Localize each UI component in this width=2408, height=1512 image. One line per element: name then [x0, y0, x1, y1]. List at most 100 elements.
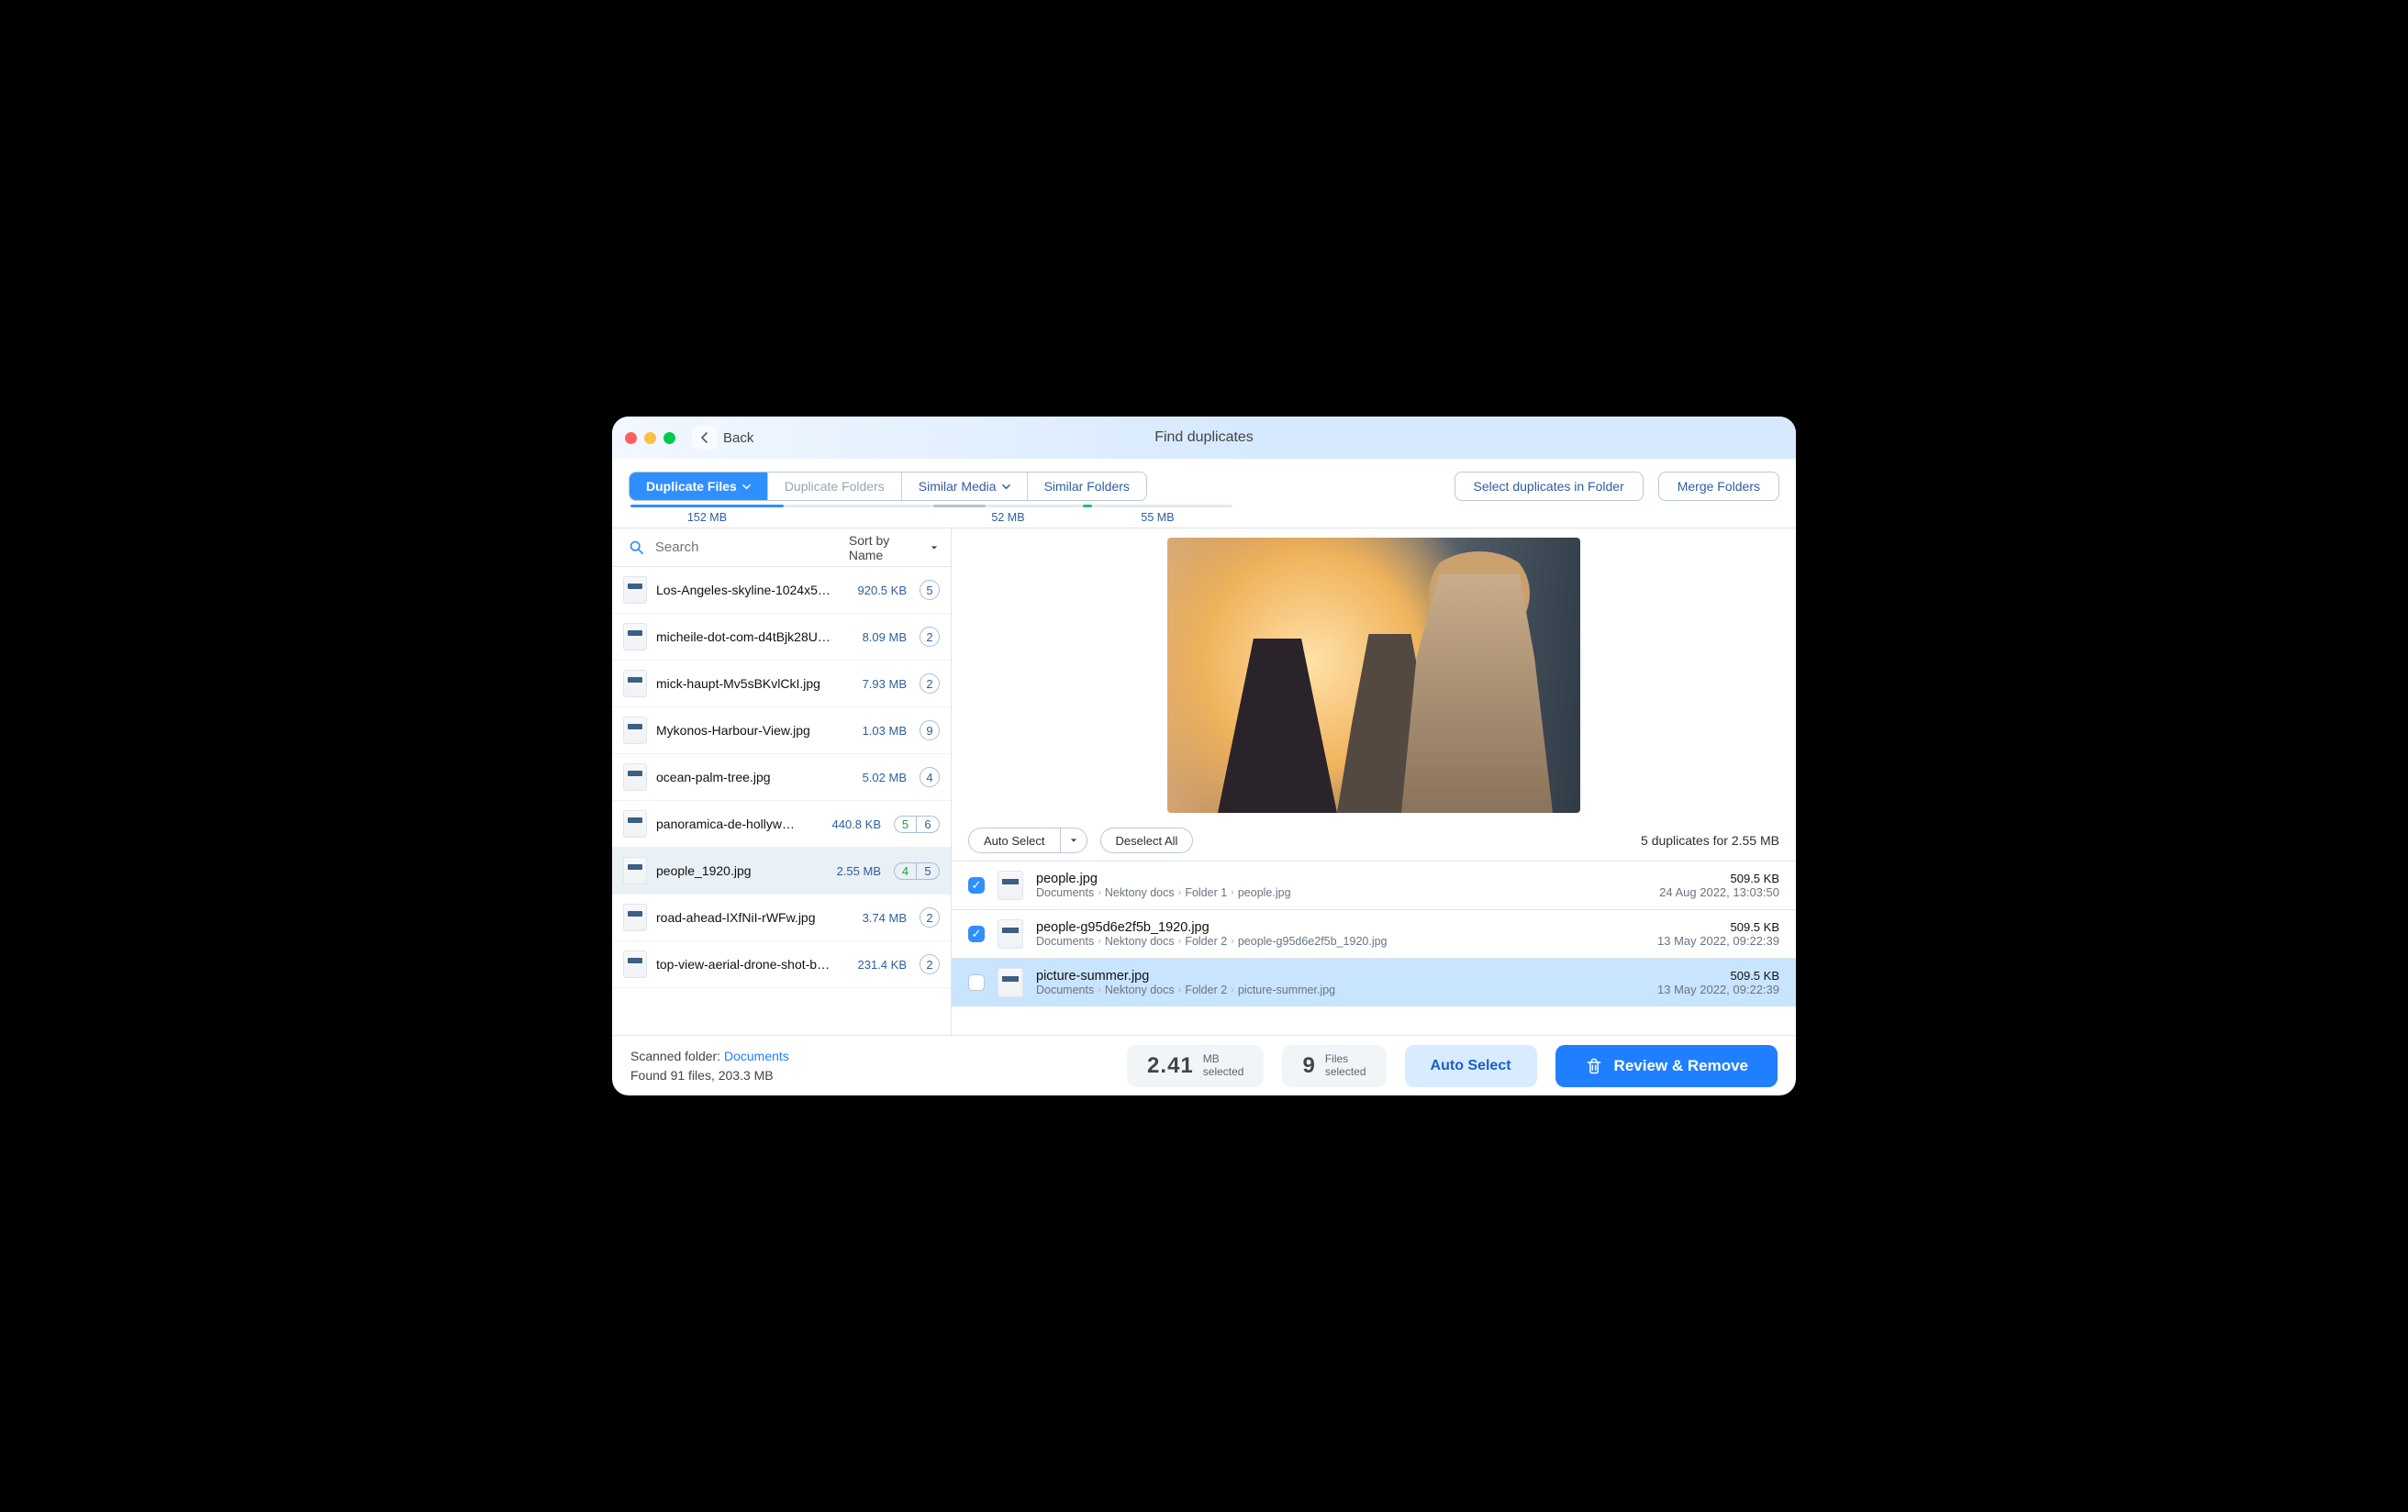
duplicate-size: 509.5 KB — [1659, 872, 1779, 885]
auto-select-menu-button[interactable] — [1060, 828, 1087, 853]
file-thumb-icon — [623, 951, 647, 978]
chevron-left-icon — [699, 432, 710, 443]
footer-auto-select-button[interactable]: Auto Select — [1405, 1045, 1537, 1087]
button-label: Auto Select — [1431, 1058, 1511, 1074]
file-size: 1.03 MB — [863, 724, 907, 738]
duplicate-size: 509.5 KB — [1657, 920, 1779, 934]
file-row[interactable]: panoramica-de-hollyw… 440.8 KB 5 6 — [612, 801, 951, 848]
duplicate-row[interactable]: ✓ people.jpg Documents›Nektony docs›Fold… — [952, 861, 1796, 909]
auto-select-button[interactable]: Auto Select — [968, 828, 1060, 853]
size-label: 52 MB — [991, 511, 1024, 524]
file-row[interactable]: top-view-aerial-drone-shot-b… 231.4 KB 2 — [612, 941, 951, 988]
duplicate-date: 13 May 2022, 09:22:39 — [1657, 983, 1779, 996]
scanned-label: Scanned folder: — [630, 1049, 724, 1063]
duplicate-row[interactable]: ✓ people-g95d6e2f5b_1920.jpg Documents›N… — [952, 909, 1796, 958]
file-row[interactable]: Los-Angeles-skyline-1024x5… 920.5 KB 5 — [612, 567, 951, 614]
file-thumb-icon — [623, 904, 647, 931]
back-button[interactable] — [692, 426, 718, 450]
trash-icon — [1585, 1057, 1603, 1075]
tab-similar-media[interactable]: Similar Media — [902, 472, 1028, 500]
tab-size-similar-folders: 55 MB — [1083, 505, 1232, 524]
scanned-folder-link[interactable]: Documents — [724, 1049, 789, 1063]
search-input[interactable] — [653, 539, 840, 556]
count-badge: 2 — [920, 907, 940, 928]
tab-label: Similar Media — [919, 479, 997, 494]
duplicate-list[interactable]: ✓ people.jpg Documents›Nektony docs›Fold… — [952, 861, 1796, 1035]
duplicate-size: 509.5 KB — [1657, 969, 1779, 983]
file-list[interactable]: Los-Angeles-skyline-1024x5… 920.5 KB 5 m… — [612, 567, 951, 1035]
close-icon[interactable] — [625, 432, 637, 444]
file-size: 231.4 KB — [858, 958, 908, 972]
file-thumb-icon — [623, 623, 647, 650]
file-name: top-view-aerial-drone-shot-b… — [656, 957, 849, 972]
file-thumb-icon — [998, 871, 1023, 900]
button-label: Select duplicates in Folder — [1474, 479, 1624, 494]
checkbox[interactable]: ✓ — [968, 926, 985, 942]
file-row[interactable]: people_1920.jpg 2.55 MB 4 5 — [612, 848, 951, 895]
back-nav[interactable]: Back — [692, 426, 753, 450]
file-name: Mykonos-Harbour-View.jpg — [656, 723, 853, 738]
file-size: 7.93 MB — [863, 677, 907, 691]
tab-similar-folders[interactable]: Similar Folders — [1028, 472, 1146, 500]
count-badge: 2 — [920, 627, 940, 647]
file-thumb-icon — [623, 576, 647, 604]
selected-count-value: 9 — [1302, 1053, 1315, 1079]
size-label: 55 MB — [1141, 511, 1174, 524]
count-badge: 5 — [920, 580, 940, 600]
checkbox[interactable] — [968, 974, 985, 991]
minimize-icon[interactable] — [644, 432, 656, 444]
selected-size-value: 2.41 — [1147, 1053, 1194, 1079]
selected-count-sub: selected — [1325, 1066, 1366, 1079]
file-name: people_1920.jpg — [656, 863, 828, 878]
caret-down-icon — [931, 544, 938, 551]
file-list-pane: Sort by Name Los-Angeles-skyline-1024x5…… — [612, 528, 952, 1035]
count-badge: 9 — [920, 720, 940, 740]
preview-image — [1167, 538, 1580, 813]
tab-size-duplicate-folders — [784, 505, 933, 524]
file-row[interactable]: road-ahead-IXfNiI-rWFw.jpg 3.74 MB 2 — [612, 895, 951, 941]
size-label: 152 MB — [687, 511, 727, 524]
footer: Scanned folder: Documents Found 91 files… — [612, 1035, 1796, 1095]
auto-select-split-button: Auto Select — [968, 828, 1087, 853]
tab-duplicate-files[interactable]: Duplicate Files — [630, 472, 768, 500]
file-row[interactable]: micheile-dot-com-d4tBjk28U… 8.09 MB 2 — [612, 614, 951, 661]
file-row[interactable]: Mykonos-Harbour-View.jpg 1.03 MB 9 — [612, 707, 951, 754]
file-row[interactable]: mick-haupt-Mv5sBKvlCkI.jpg 7.93 MB 2 — [612, 661, 951, 707]
duplicate-date: 24 Aug 2022, 13:03:50 — [1659, 885, 1779, 899]
selected-count-label: Files — [1325, 1053, 1366, 1066]
checkbox[interactable]: ✓ — [968, 877, 985, 894]
file-size: 8.09 MB — [863, 630, 907, 644]
duplicate-summary: 5 duplicates for 2.55 MB — [1641, 833, 1779, 848]
sort-label: Sort by Name — [849, 533, 927, 562]
zoom-icon[interactable] — [663, 432, 675, 444]
duplicate-path: Documents›Nektony docs›Folder 2›people-g… — [1036, 935, 1644, 948]
file-row[interactable]: ocean-palm-tree.jpg 5.02 MB 4 — [612, 754, 951, 801]
file-thumb-icon — [623, 857, 647, 884]
file-size: 440.8 KB — [832, 817, 882, 831]
sort-dropdown[interactable]: Sort by Name — [849, 533, 938, 562]
preview-area — [952, 528, 1796, 820]
selected-size-unit: MB — [1203, 1053, 1244, 1066]
tab-size-duplicate-files: 152 MB — [630, 505, 784, 524]
select-duplicates-in-folder-button[interactable]: Select duplicates in Folder — [1455, 472, 1644, 501]
file-size: 920.5 KB — [858, 584, 908, 597]
file-thumb-icon — [623, 810, 647, 838]
file-thumb-icon — [623, 763, 647, 791]
deselect-all-button[interactable]: Deselect All — [1100, 828, 1194, 853]
button-label: Review & Remove — [1614, 1057, 1748, 1075]
chevron-down-icon — [1002, 483, 1010, 491]
search-icon — [629, 539, 644, 555]
body: Sort by Name Los-Angeles-skyline-1024x5…… — [612, 528, 1796, 1035]
count-badge-split: 4 5 — [894, 862, 940, 880]
window-title: Find duplicates — [1154, 429, 1254, 446]
duplicate-path: Documents›Nektony docs›Folder 1›people.j… — [1036, 886, 1646, 899]
merge-folders-button[interactable]: Merge Folders — [1658, 472, 1779, 501]
duplicate-row[interactable]: picture-summer.jpg Documents›Nektony doc… — [952, 958, 1796, 1006]
tab-label: Similar Folders — [1044, 479, 1130, 494]
selected-size-sub: selected — [1203, 1066, 1244, 1079]
file-thumb-icon — [623, 670, 647, 697]
toolbar: Duplicate Files Duplicate Folders Simila… — [612, 459, 1796, 528]
duplicate-path: Documents›Nektony docs›Folder 2›picture-… — [1036, 984, 1644, 996]
review-and-remove-button[interactable]: Review & Remove — [1555, 1045, 1778, 1087]
tab-duplicate-folders[interactable]: Duplicate Folders — [768, 472, 902, 500]
